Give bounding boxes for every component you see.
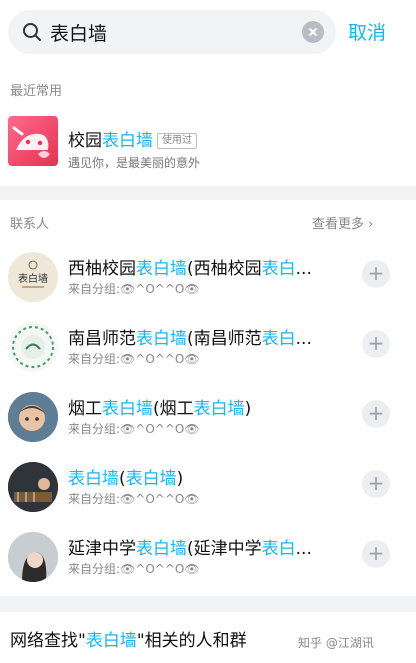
avatar <box>8 392 58 442</box>
view-more-link[interactable]: 查看更多 › <box>312 213 373 232</box>
avatar <box>8 322 58 372</box>
contact-group: 来自分组:👁^O^^O👁 <box>68 352 200 366</box>
search-input[interactable] <box>50 18 300 46</box>
contact-row[interactable]: 表白墙(表白墙) 来自分组:👁^O^^O👁 + <box>0 456 416 526</box>
contact-group: 来自分组:👁^O^^O👁 <box>68 282 200 296</box>
recent-item-name: 校园表白墙 使用过 <box>68 126 197 151</box>
section-divider <box>0 596 416 612</box>
contacts-section-title: 联系人 <box>10 217 50 232</box>
contact-name: 南昌师范表白墙(南昌师范表白... <box>68 329 312 349</box>
search-icon <box>23 23 41 41</box>
contact-group: 来自分组:👁^O^^O👁 <box>68 422 200 436</box>
add-contact-button[interactable]: + <box>362 540 390 568</box>
search-bar: 取消 <box>0 0 416 64</box>
contact-row[interactable]: 南昌师范表白墙(南昌师范表白... 来自分组:👁^O^^O👁 + <box>0 316 416 386</box>
add-contact-button[interactable]: + <box>362 330 390 358</box>
contact-name: 西柚校园表白墙(西柚校园表白... <box>68 259 312 279</box>
avatar <box>8 462 58 512</box>
contact-name: 延津中学表白墙(延津中学表白... <box>68 539 312 559</box>
contact-name: 烟工表白墙(烟工表白墙) <box>68 399 252 419</box>
contact-group: 来自分组:👁^O^^O👁 <box>68 562 200 576</box>
clear-icon[interactable] <box>302 21 324 43</box>
recent-item-desc: 遇见你，是最美丽的意外 <box>68 156 201 170</box>
used-badge: 使用过 <box>157 133 197 149</box>
network-search-link[interactable]: 网络查找"表白墙"相关的人和群 <box>10 626 247 651</box>
contact-row[interactable]: 表白墙 西柚校园表白墙(西柚校园表白... 来自分组:👁^O^^O👁 + <box>0 246 416 316</box>
avatar: 表白墙 <box>8 252 58 302</box>
contact-group: 来自分组:👁^O^^O👁 <box>68 492 200 506</box>
recent-section-title: 最近常用 <box>10 84 63 99</box>
avatar <box>8 532 58 582</box>
contact-name: 表白墙(表白墙) <box>68 469 184 489</box>
section-divider <box>0 186 416 200</box>
recent-item[interactable]: 校园表白墙 使用过 遇见你，是最美丽的意外 <box>0 110 416 184</box>
avatar-text: 表白墙 <box>18 272 48 285</box>
add-contact-button[interactable]: + <box>362 400 390 428</box>
add-contact-button[interactable]: + <box>362 470 390 498</box>
recent-app-logo <box>8 116 58 166</box>
watermark: 知乎 @江湖讯 <box>298 636 374 650</box>
contact-row[interactable]: 烟工表白墙(烟工表白墙) 来自分组:👁^O^^O👁 + <box>0 386 416 456</box>
search-box[interactable] <box>8 10 336 54</box>
contact-row[interactable]: 延津中学表白墙(延津中学表白... 来自分组:👁^O^^O👁 + <box>0 526 416 596</box>
cancel-button[interactable]: 取消 <box>348 18 386 45</box>
add-contact-button[interactable]: + <box>362 260 390 288</box>
